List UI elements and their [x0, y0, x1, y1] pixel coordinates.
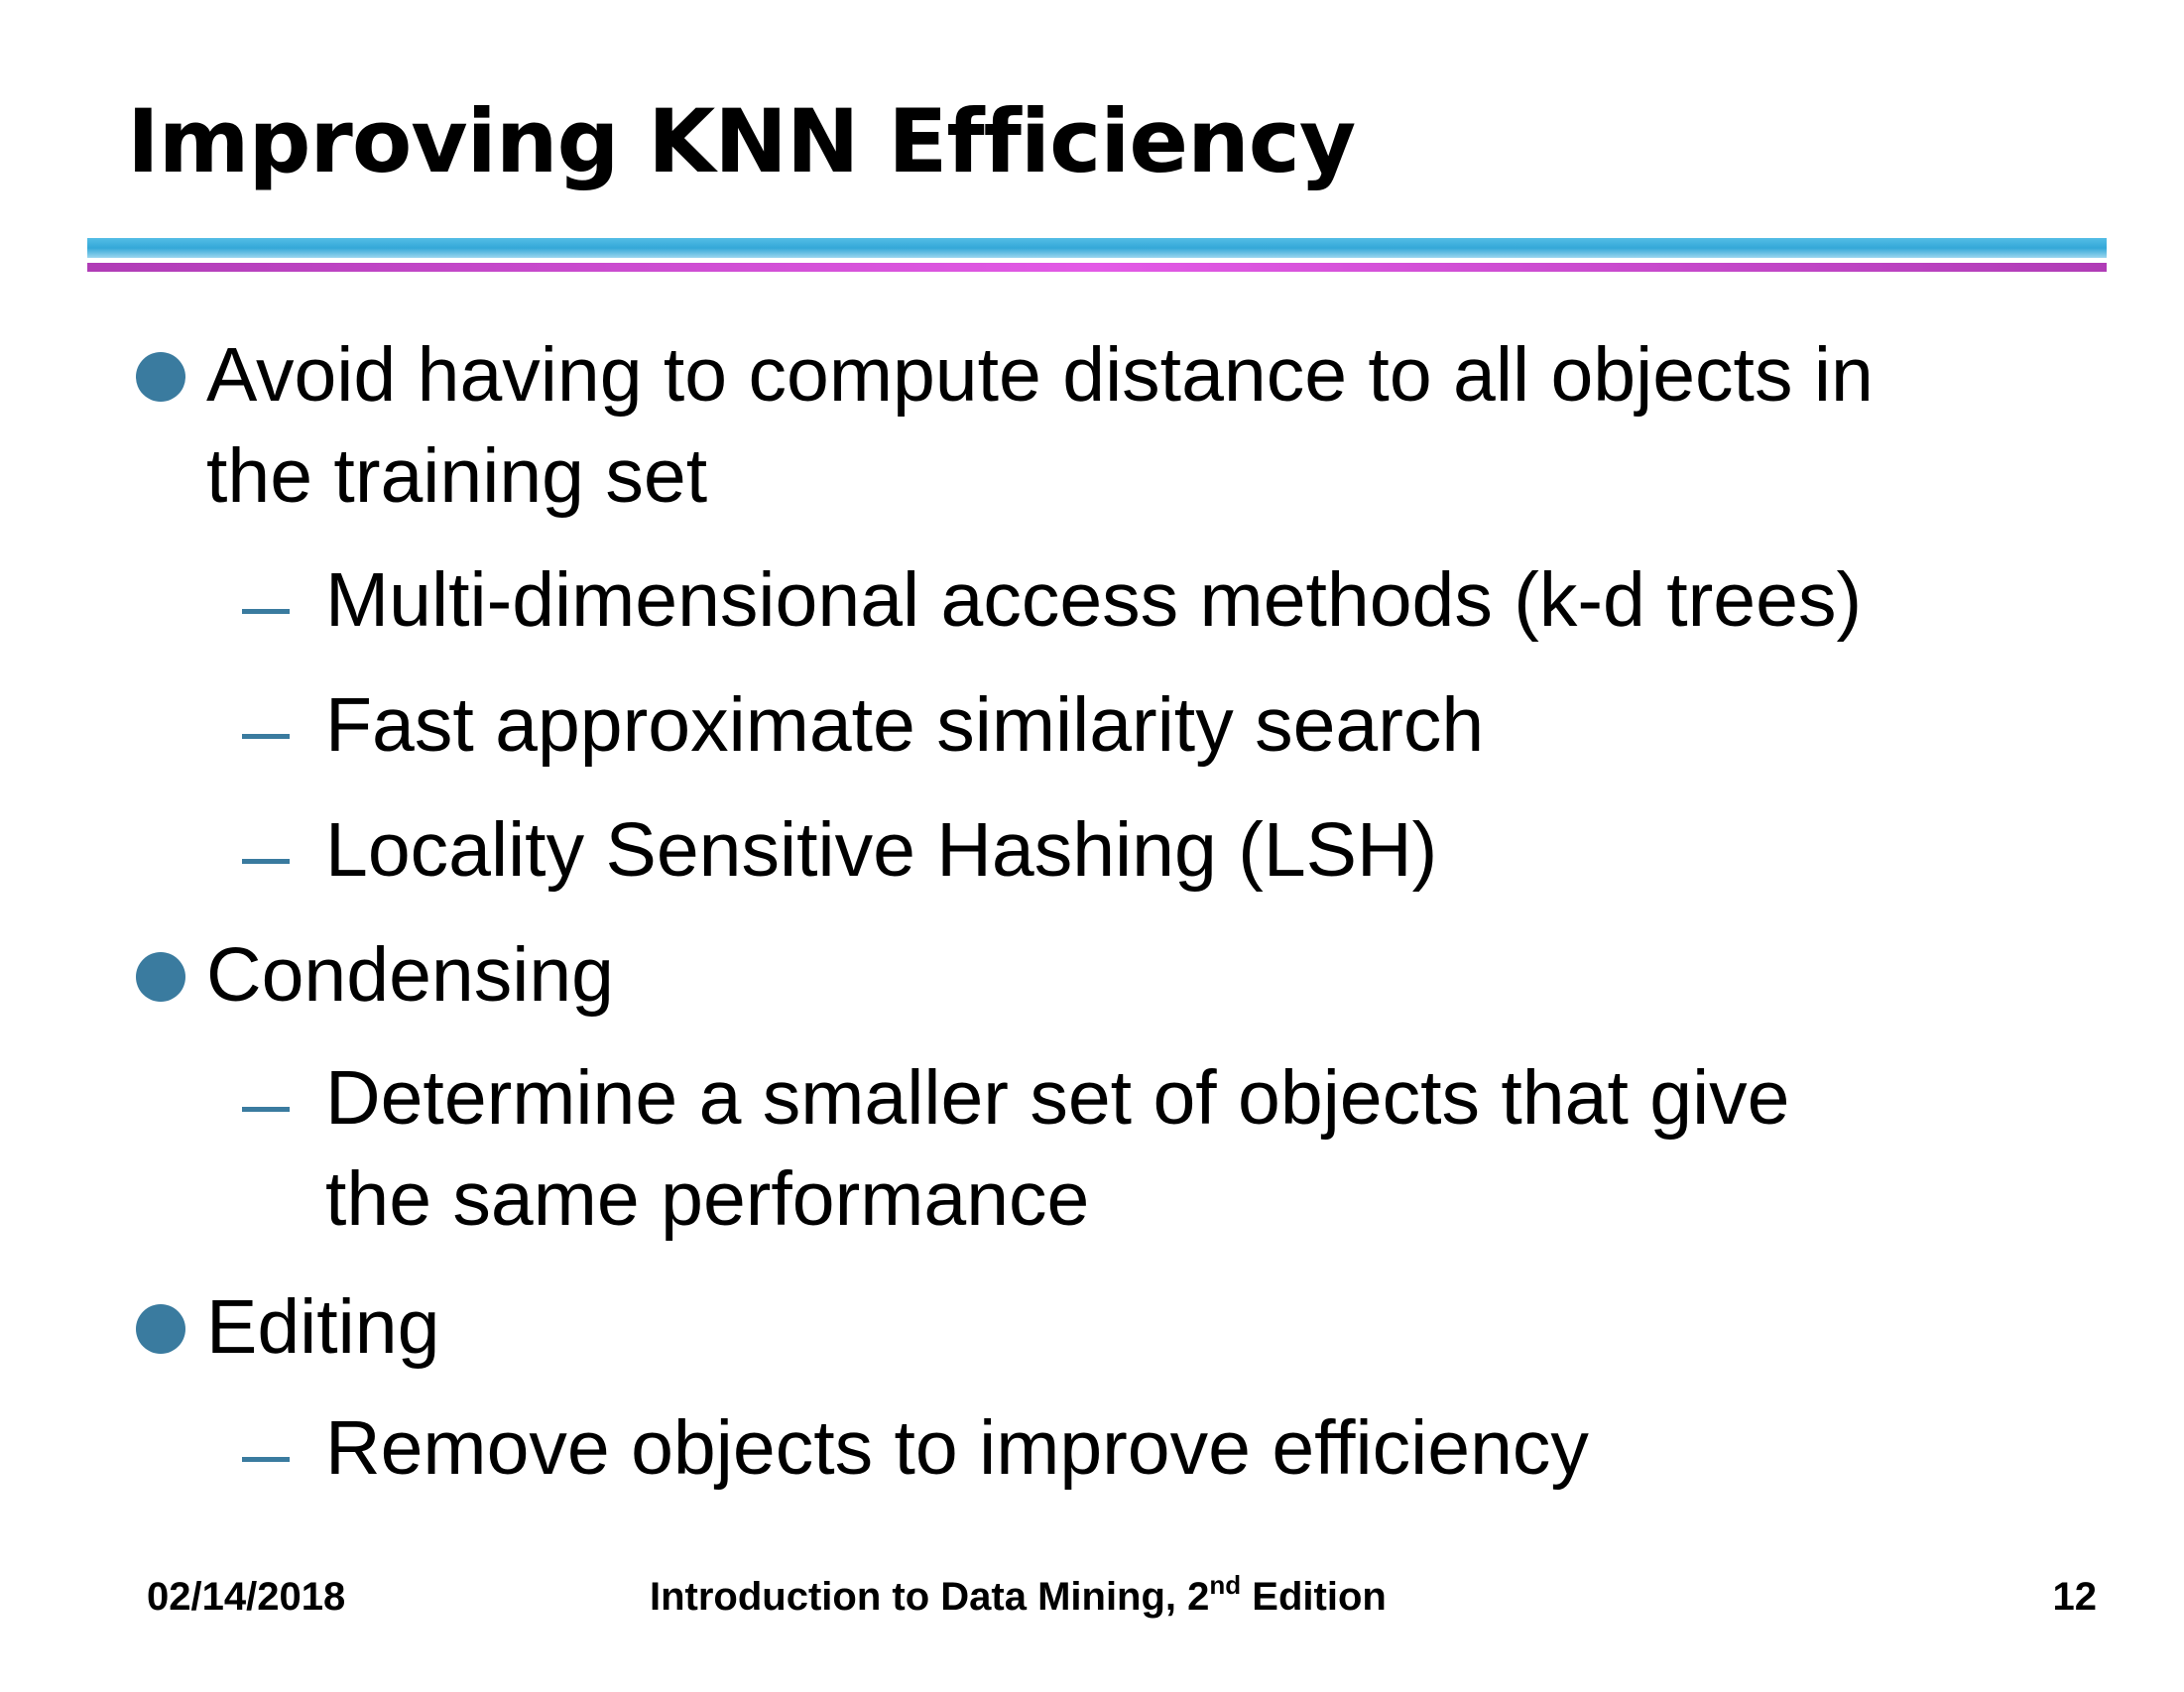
footer-book-title-suffix: Edition: [1241, 1575, 1387, 1619]
sub-bullet-text: Determine a smaller set of objects that …: [325, 1055, 1790, 1141]
footer-date: 02/14/2018: [147, 1575, 346, 1619]
slide-title: Improving KNN Efficiency: [127, 90, 1356, 192]
dash-icon: [242, 609, 290, 614]
footer-page-number: 12: [2052, 1575, 2098, 1619]
bullet-text: Avoid having to compute distance to all …: [206, 332, 1874, 418]
title-divider-blue: [87, 238, 2107, 258]
bullet-text: the training set: [206, 433, 708, 519]
bullet-icon: [136, 352, 185, 402]
footer-book-title-sup: nd: [1209, 1569, 1242, 1600]
dash-icon: [242, 1107, 290, 1112]
sub-bullet-text: the same performance: [325, 1156, 1090, 1242]
title-divider-magenta: [87, 263, 2107, 272]
dash-icon: [242, 859, 290, 864]
sub-bullet-text: Locality Sensitive Hashing (LSH): [325, 807, 1438, 893]
bullet-icon: [136, 952, 185, 1002]
footer-book-title: Introduction to Data Mining, 2nd Edition: [650, 1572, 1387, 1622]
sub-bullet-text: Fast approximate similarity search: [325, 682, 1485, 768]
dash-icon: [242, 734, 290, 739]
sub-bullet-text: Remove objects to improve efficiency: [325, 1405, 1589, 1491]
footer-book-title-main: Introduction to Data Mining, 2: [650, 1575, 1210, 1619]
sub-bullet-text: Multi-dimensional access methods (k-d tr…: [325, 557, 1863, 643]
bullet-text: Condensing: [206, 932, 614, 1018]
bullet-text: Editing: [206, 1284, 440, 1370]
dash-icon: [242, 1457, 290, 1462]
bullet-icon: [136, 1304, 185, 1354]
